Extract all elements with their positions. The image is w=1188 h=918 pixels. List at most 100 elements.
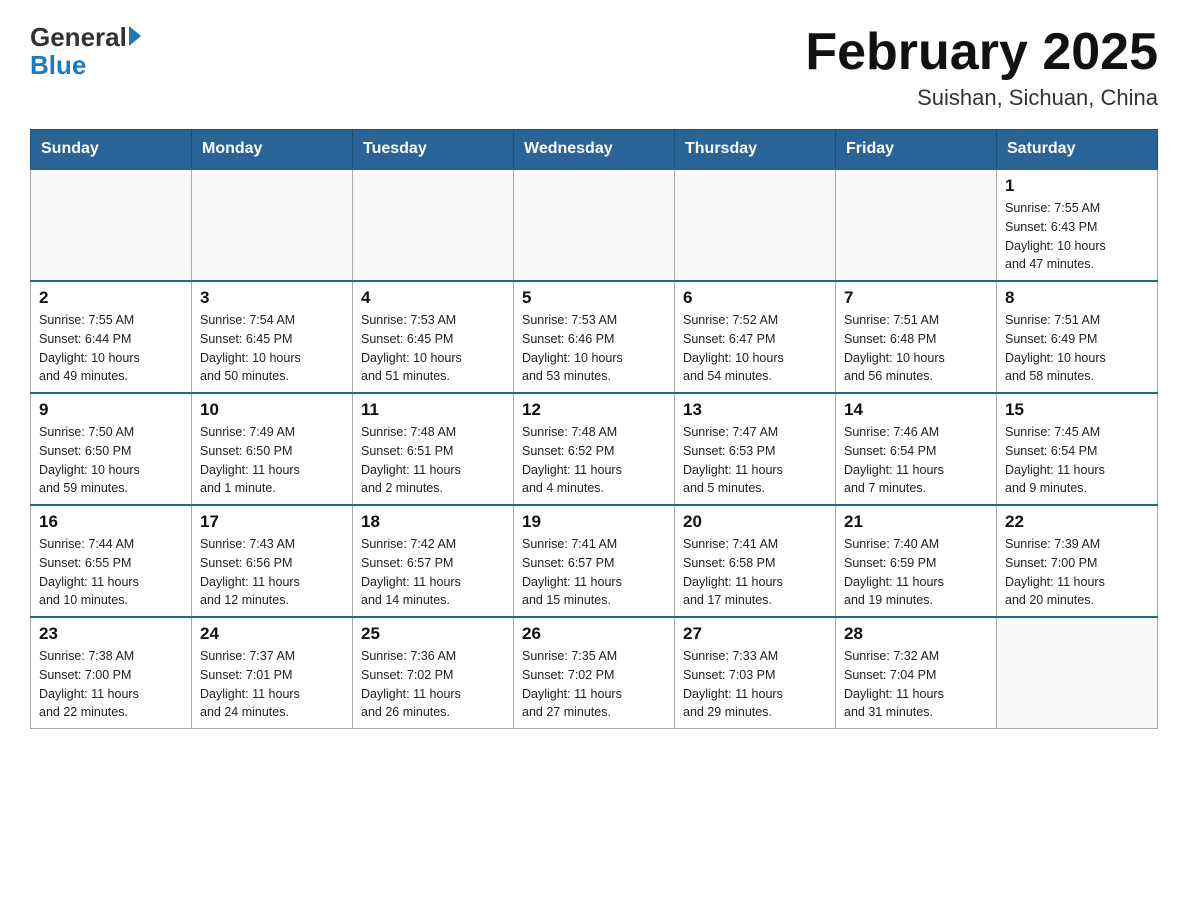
- day-info: Sunrise: 7:55 AMSunset: 6:44 PMDaylight:…: [39, 311, 183, 386]
- day-info: Sunrise: 7:48 AMSunset: 6:52 PMDaylight:…: [522, 423, 666, 498]
- day-number: 6: [683, 288, 827, 308]
- logo: General Blue: [30, 24, 141, 81]
- day-number: 24: [200, 624, 344, 644]
- day-number: 21: [844, 512, 988, 532]
- day-number: 10: [200, 400, 344, 420]
- day-info: Sunrise: 7:44 AMSunset: 6:55 PMDaylight:…: [39, 535, 183, 610]
- calendar-cell: [31, 169, 192, 281]
- day-number: 27: [683, 624, 827, 644]
- calendar-cell: 19 Sunrise: 7:41 AMSunset: 6:57 PMDayligh…: [514, 505, 675, 617]
- day-info: Sunrise: 7:41 AMSunset: 6:58 PMDaylight:…: [683, 535, 827, 610]
- calendar-cell: [514, 169, 675, 281]
- header-row: Sunday Monday Tuesday Wednesday Thursday…: [31, 130, 1158, 170]
- calendar-cell: 23Sunrise: 7:38 AMSunset: 7:00 PMDayligh…: [31, 617, 192, 729]
- col-wednesday: Wednesday: [514, 130, 675, 170]
- day-info: Sunrise: 7:52 AMSunset: 6:47 PMDaylight:…: [683, 311, 827, 386]
- day-info: Sunrise: 7:49 AMSunset: 6:50 PMDaylight:…: [200, 423, 344, 498]
- col-monday: Monday: [192, 130, 353, 170]
- calendar-cell: 25Sunrise: 7:36 AMSunset: 7:02 PMDayligh…: [353, 617, 514, 729]
- day-info: Sunrise: 7:48 AMSunset: 6:51 PMDaylight:…: [361, 423, 505, 498]
- day-info: Sunrise: 7:53 AMSunset: 6:45 PMDaylight:…: [361, 311, 505, 386]
- subtitle: Suishan, Sichuan, China: [805, 85, 1158, 111]
- day-info: Sunrise: 7:54 AMSunset: 6:45 PMDaylight:…: [200, 311, 344, 386]
- day-info: Sunrise: 7:47 AMSunset: 6:53 PMDaylight:…: [683, 423, 827, 498]
- day-info: Sunrise: 7:46 AMSunset: 6:54 PMDaylight:…: [844, 423, 988, 498]
- day-number: 20: [683, 512, 827, 532]
- day-info: Sunrise: 7:33 AMSunset: 7:03 PMDaylight:…: [683, 647, 827, 722]
- title-area: February 2025 Suishan, Sichuan, China: [805, 24, 1158, 111]
- day-number: 19: [522, 512, 666, 532]
- week-row-2: 2 Sunrise: 7:55 AMSunset: 6:44 PMDaylight…: [31, 281, 1158, 393]
- day-number: 1: [1005, 176, 1149, 196]
- calendar-cell: 5 Sunrise: 7:53 AMSunset: 6:46 PMDaylight…: [514, 281, 675, 393]
- calendar-cell: [192, 169, 353, 281]
- day-info: Sunrise: 7:41 AMSunset: 6:57 PMDaylight:…: [522, 535, 666, 610]
- day-number: 11: [361, 400, 505, 420]
- calendar-cell: [997, 617, 1158, 729]
- header: General Blue February 2025 Suishan, Sich…: [30, 24, 1158, 111]
- calendar-cell: [675, 169, 836, 281]
- day-info: Sunrise: 7:43 AMSunset: 6:56 PMDaylight:…: [200, 535, 344, 610]
- main-title: February 2025: [805, 24, 1158, 81]
- day-info: Sunrise: 7:37 AMSunset: 7:01 PMDaylight:…: [200, 647, 344, 722]
- day-number: 28: [844, 624, 988, 644]
- calendar-cell: 7 Sunrise: 7:51 AMSunset: 6:48 PMDaylight…: [836, 281, 997, 393]
- day-number: 18: [361, 512, 505, 532]
- day-info: Sunrise: 7:55 AMSunset: 6:43 PMDaylight:…: [1005, 199, 1149, 274]
- logo-general: General: [30, 24, 127, 50]
- day-number: 4: [361, 288, 505, 308]
- calendar-cell: 1 Sunrise: 7:55 AMSunset: 6:43 PMDaylight…: [997, 169, 1158, 281]
- calendar-cell: 15 Sunrise: 7:45 AMSunset: 6:54 PMDayligh…: [997, 393, 1158, 505]
- day-info: Sunrise: 7:36 AMSunset: 7:02 PMDaylight:…: [361, 647, 505, 722]
- calendar-cell: 12 Sunrise: 7:48 AMSunset: 6:52 PMDayligh…: [514, 393, 675, 505]
- day-number: 22: [1005, 512, 1149, 532]
- calendar-cell: 26Sunrise: 7:35 AMSunset: 7:02 PMDayligh…: [514, 617, 675, 729]
- day-info: Sunrise: 7:45 AMSunset: 6:54 PMDaylight:…: [1005, 423, 1149, 498]
- calendar-cell: 4 Sunrise: 7:53 AMSunset: 6:45 PMDaylight…: [353, 281, 514, 393]
- calendar-cell: 11 Sunrise: 7:48 AMSunset: 6:51 PMDayligh…: [353, 393, 514, 505]
- calendar-cell: 20 Sunrise: 7:41 AMSunset: 6:58 PMDayligh…: [675, 505, 836, 617]
- day-info: Sunrise: 7:32 AMSunset: 7:04 PMDaylight:…: [844, 647, 988, 722]
- col-friday: Friday: [836, 130, 997, 170]
- week-row-4: 16 Sunrise: 7:44 AMSunset: 6:55 PMDayligh…: [31, 505, 1158, 617]
- day-number: 15: [1005, 400, 1149, 420]
- calendar-cell: 27 Sunrise: 7:33 AMSunset: 7:03 PMDayligh…: [675, 617, 836, 729]
- day-info: Sunrise: 7:35 AMSunset: 7:02 PMDaylight:…: [522, 647, 666, 722]
- day-number: 3: [200, 288, 344, 308]
- day-info: Sunrise: 7:38 AMSunset: 7:00 PMDaylight:…: [39, 647, 183, 722]
- day-info: Sunrise: 7:51 AMSunset: 6:48 PMDaylight:…: [844, 311, 988, 386]
- calendar-cell: 3 Sunrise: 7:54 AMSunset: 6:45 PMDaylight…: [192, 281, 353, 393]
- calendar-cell: 13 Sunrise: 7:47 AMSunset: 6:53 PMDayligh…: [675, 393, 836, 505]
- day-number: 9: [39, 400, 183, 420]
- day-info: Sunrise: 7:50 AMSunset: 6:50 PMDaylight:…: [39, 423, 183, 498]
- day-number: 14: [844, 400, 988, 420]
- calendar-table: Sunday Monday Tuesday Wednesday Thursday…: [30, 129, 1158, 729]
- calendar-cell: [353, 169, 514, 281]
- day-number: 17: [200, 512, 344, 532]
- calendar-cell: 10 Sunrise: 7:49 AMSunset: 6:50 PMDayligh…: [192, 393, 353, 505]
- calendar-cell: 16 Sunrise: 7:44 AMSunset: 6:55 PMDayligh…: [31, 505, 192, 617]
- day-info: Sunrise: 7:42 AMSunset: 6:57 PMDaylight:…: [361, 535, 505, 610]
- day-info: Sunrise: 7:39 AMSunset: 7:00 PMDaylight:…: [1005, 535, 1149, 610]
- week-row-1: 1 Sunrise: 7:55 AMSunset: 6:43 PMDaylight…: [31, 169, 1158, 281]
- calendar-cell: 8Sunrise: 7:51 AMSunset: 6:49 PMDaylight…: [997, 281, 1158, 393]
- calendar-cell: [836, 169, 997, 281]
- day-number: 5: [522, 288, 666, 308]
- day-number: 2: [39, 288, 183, 308]
- calendar-cell: 22 Sunrise: 7:39 AMSunset: 7:00 PMDayligh…: [997, 505, 1158, 617]
- calendar-cell: 14 Sunrise: 7:46 AMSunset: 6:54 PMDayligh…: [836, 393, 997, 505]
- calendar-cell: 2 Sunrise: 7:55 AMSunset: 6:44 PMDaylight…: [31, 281, 192, 393]
- calendar-cell: 6 Sunrise: 7:52 AMSunset: 6:47 PMDaylight…: [675, 281, 836, 393]
- day-info: Sunrise: 7:40 AMSunset: 6:59 PMDaylight:…: [844, 535, 988, 610]
- day-number: 13: [683, 400, 827, 420]
- calendar-cell: 18 Sunrise: 7:42 AMSunset: 6:57 PMDayligh…: [353, 505, 514, 617]
- day-number: 12: [522, 400, 666, 420]
- day-info: Sunrise: 7:53 AMSunset: 6:46 PMDaylight:…: [522, 311, 666, 386]
- day-number: 16: [39, 512, 183, 532]
- day-number: 8: [1005, 288, 1149, 308]
- col-thursday: Thursday: [675, 130, 836, 170]
- col-saturday: Saturday: [997, 130, 1158, 170]
- week-row-3: 9 Sunrise: 7:50 AMSunset: 6:50 PMDaylight…: [31, 393, 1158, 505]
- week-row-5: 23Sunrise: 7:38 AMSunset: 7:00 PMDayligh…: [31, 617, 1158, 729]
- day-number: 7: [844, 288, 988, 308]
